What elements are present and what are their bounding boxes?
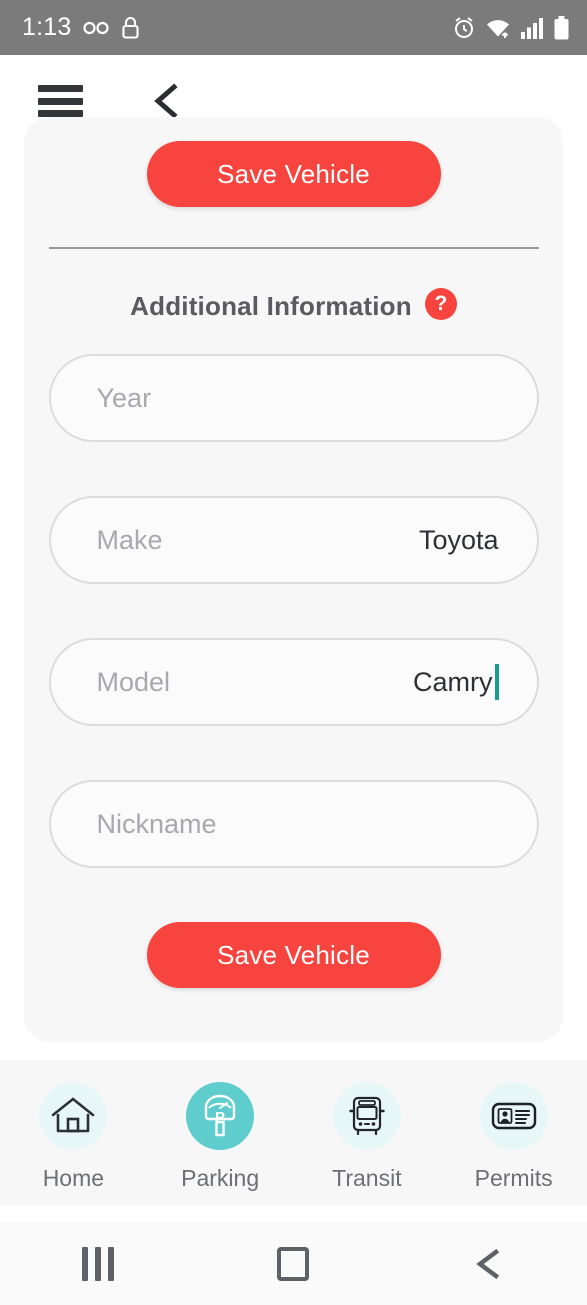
battery-icon — [554, 15, 569, 39]
tab-transit-label: Transit — [332, 1165, 402, 1191]
model-field-value: Camry — [413, 664, 499, 700]
alarm-icon — [455, 16, 473, 38]
home-tab-circle — [39, 1082, 108, 1150]
recents-button[interactable] — [38, 1234, 158, 1294]
hamburger-menu-icon[interactable] — [38, 85, 83, 117]
back-chevron-icon[interactable] — [148, 81, 188, 121]
parking-meter-icon: P — [204, 1094, 236, 1137]
status-bar: 1:13 — [0, 0, 587, 55]
make-field[interactable]: Make Toyota — [48, 496, 539, 584]
section-divider — [48, 247, 539, 249]
section-title: Additional Information — [130, 291, 412, 321]
recents-bar — [107, 1246, 114, 1281]
back-button[interactable] — [429, 1234, 549, 1294]
tab-home[interactable]: Home — [0, 1082, 146, 1192]
additional-information-header: Additional Information ? — [24, 287, 563, 322]
recents-bar — [94, 1246, 101, 1281]
lock-icon — [122, 16, 140, 39]
save-vehicle-button-top[interactable]: Save Vehicle — [146, 141, 441, 207]
status-bar-left: 1:13 — [22, 13, 140, 42]
home-button[interactable] — [233, 1234, 353, 1294]
nickname-field[interactable]: Nickname — [48, 780, 539, 868]
home-square-icon — [277, 1246, 310, 1281]
model-field-label: Model — [96, 666, 171, 697]
text-caret — [494, 664, 499, 700]
phone-screen: 1:13 Save Vehicle Additional Information… — [0, 0, 587, 1305]
status-bar-clock: 1:13 — [22, 13, 72, 41]
tab-permits-label: Permits — [474, 1165, 553, 1191]
back-icon — [476, 1248, 500, 1279]
tab-transit[interactable]: Transit — [294, 1082, 440, 1192]
voicemail-icon — [83, 21, 110, 34]
permits-tab-circle — [479, 1082, 548, 1150]
tab-permits[interactable]: Permits — [441, 1082, 587, 1192]
model-field[interactable]: Model Camry — [48, 638, 539, 726]
year-field-label: Year — [96, 382, 152, 413]
android-navigation-bar — [0, 1222, 587, 1305]
make-field-value: Toyota — [419, 525, 499, 556]
model-field-text: Camry — [413, 666, 493, 697]
nickname-field-label: Nickname — [96, 808, 217, 839]
save-vehicle-button-bottom[interactable]: Save Vehicle — [146, 922, 441, 988]
make-field-label: Make — [96, 524, 163, 555]
status-bar-right — [452, 15, 569, 40]
help-icon[interactable]: ? — [424, 287, 457, 320]
house-icon — [52, 1097, 95, 1133]
tab-home-label: Home — [42, 1165, 105, 1191]
recents-bar — [81, 1246, 88, 1281]
signal-icon — [521, 17, 543, 39]
app-header — [0, 55, 587, 119]
wifi-icon — [487, 19, 509, 38]
tab-parking[interactable]: P Parking — [147, 1082, 293, 1192]
parking-tab-circle: P — [186, 1082, 255, 1150]
hamburger-bar — [38, 97, 83, 105]
bottom-tab-bar: Home P Parking Transit Permits — [0, 1060, 587, 1205]
make-field-text: Toyota — [418, 524, 499, 555]
bus-icon — [349, 1096, 385, 1136]
transit-tab-circle — [332, 1082, 401, 1150]
recents-icon — [81, 1246, 114, 1281]
id-card-icon — [491, 1102, 536, 1130]
vehicle-fields: Year Make Toyota Model Camry Nickname — [24, 354, 563, 868]
tab-parking-label: Parking — [181, 1165, 260, 1191]
vehicle-form-card: Save Vehicle Additional Information ? Ye… — [24, 117, 563, 1042]
hamburger-bar — [38, 85, 83, 92]
hamburger-bar — [38, 110, 83, 117]
year-field[interactable]: Year — [48, 354, 539, 442]
